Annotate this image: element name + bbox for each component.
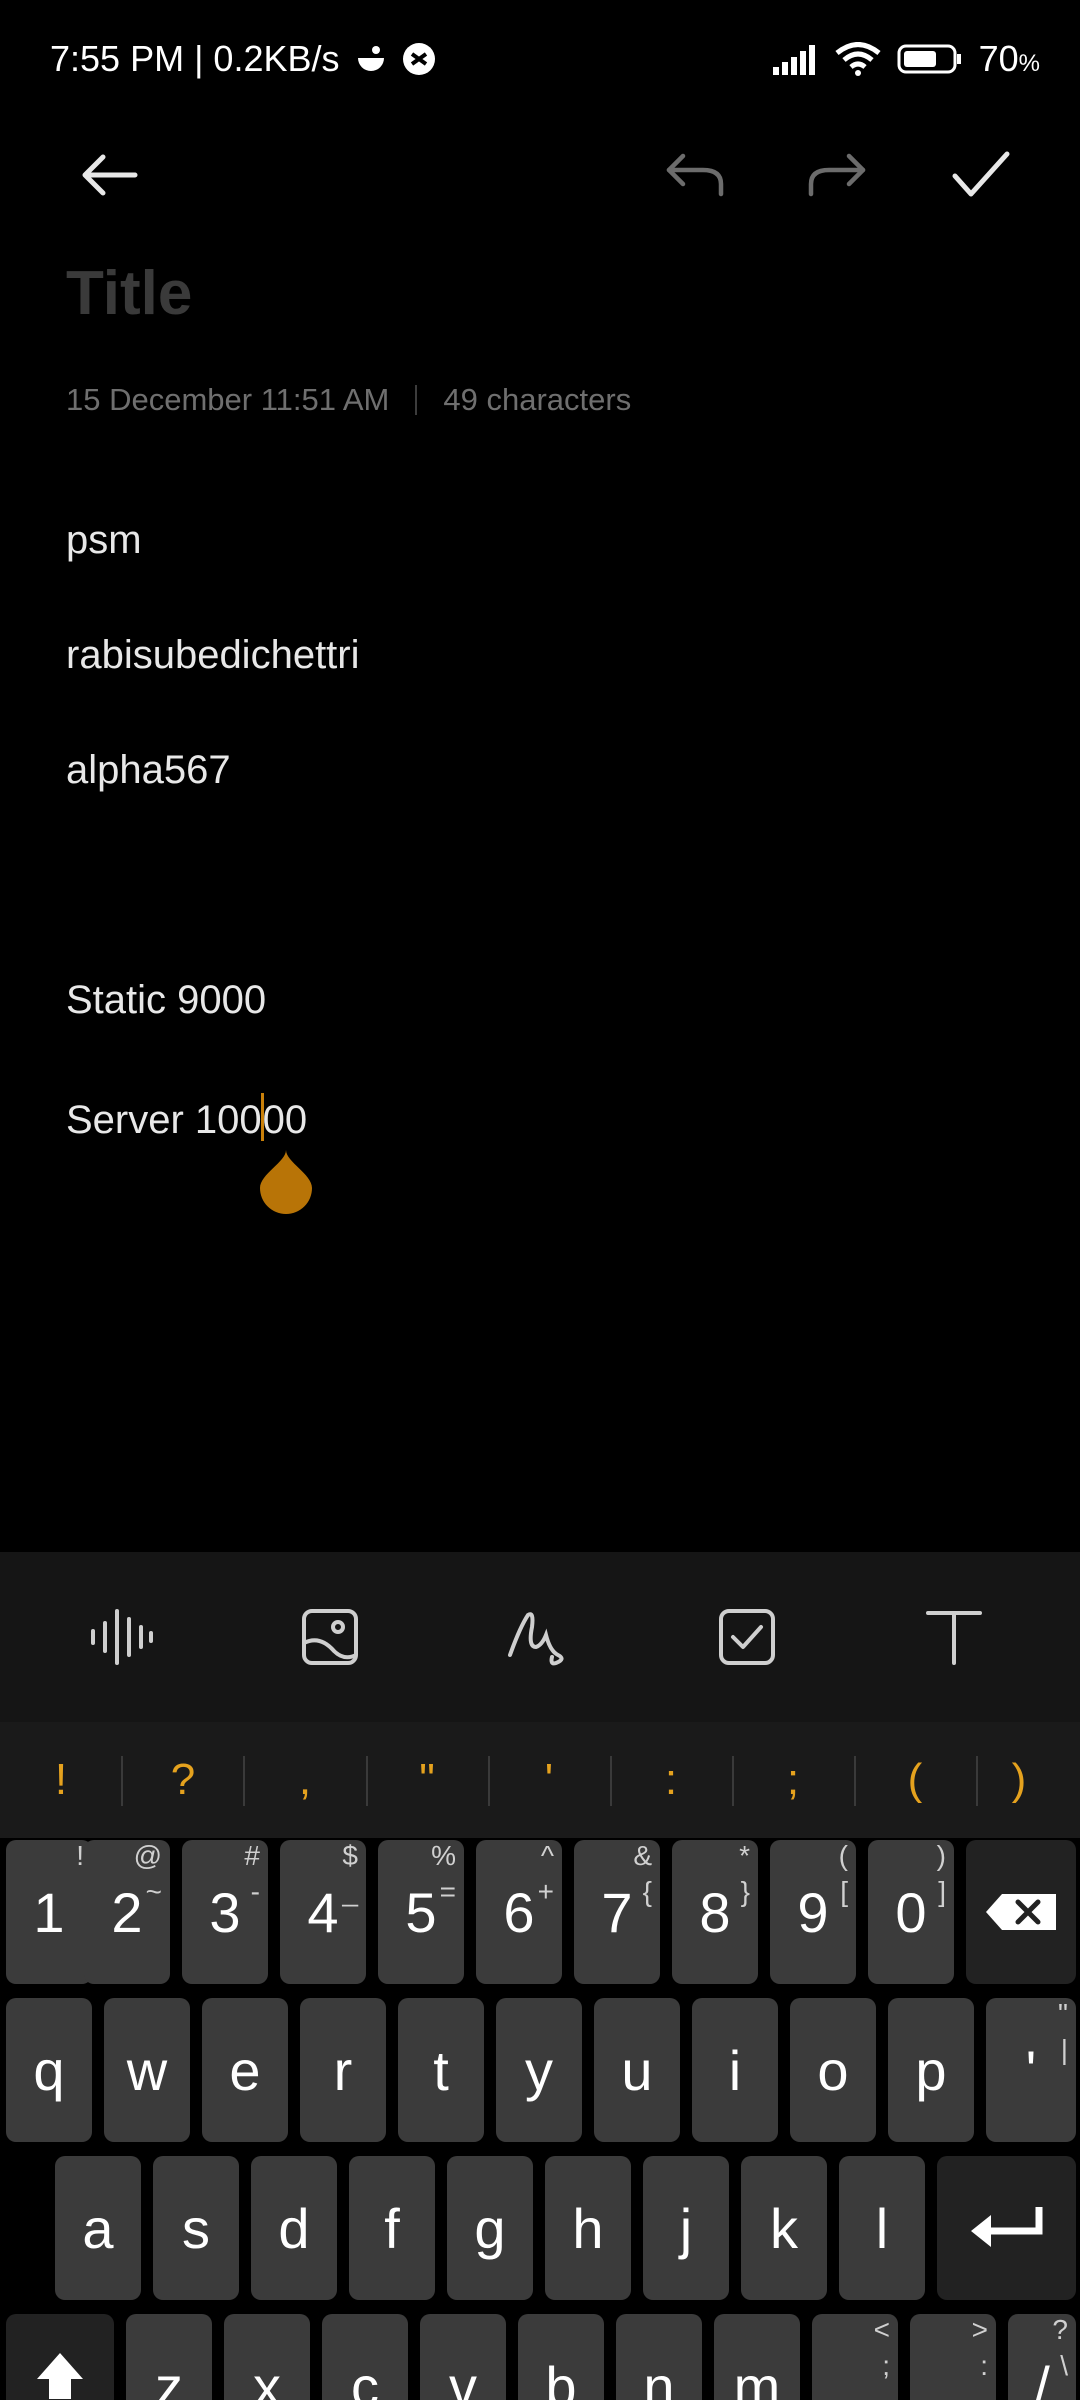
format-toolbar <box>0 1552 1080 1722</box>
back-button[interactable] <box>64 130 154 220</box>
key-c[interactable]: c <box>322 2314 408 2400</box>
checklist-button[interactable] <box>707 1597 787 1677</box>
image-icon <box>302 1609 358 1665</box>
symbol-key[interactable]: : <box>610 1722 732 1838</box>
key-slash[interactable]: /? \ <box>1008 2314 1076 2400</box>
backspace-key[interactable] <box>966 1840 1076 1984</box>
enter-icon <box>970 2207 1042 2247</box>
key-6[interactable]: 6 ^ + <box>476 1840 562 1984</box>
audio-wave-icon <box>91 1609 153 1665</box>
key-w[interactable]: w <box>104 1998 190 2142</box>
checkbox-icon <box>719 1609 775 1665</box>
notification-bowl-icon <box>357 46 384 71</box>
title-input[interactable]: Title <box>66 258 192 329</box>
note-line: Static 9000 <box>66 978 267 1022</box>
key-2[interactable]: 2 @ ~ <box>84 1840 170 1984</box>
key-9[interactable]: 9([ <box>770 1840 856 1984</box>
note-line: rabisubedichettri <box>66 633 360 677</box>
notification-app-icon <box>402 43 435 75</box>
status-time-speed: 7:55 PM | 0.2KB/s <box>50 38 340 79</box>
handwriting-button[interactable] <box>498 1597 578 1677</box>
symbol-key[interactable]: ) <box>958 1722 1080 1838</box>
key-a[interactable]: a <box>55 2156 141 2300</box>
undo-icon <box>666 153 724 197</box>
keyboard: ! ? , " ' : ; ( ) 1! 2 @ ~ 3 # - 4 $ _ 5% = 6 ^ +… <box>0 1722 1080 2400</box>
key-4[interactable]: 4 $ _ <box>280 1840 366 1984</box>
key-comma[interactable]: <; <box>812 2314 898 2400</box>
key-b[interactable]: b <box>518 2314 604 2400</box>
key-l[interactable]: l <box>839 2156 925 2300</box>
key-d[interactable]: d <box>251 2156 337 2300</box>
status-left: 7:55 PM | 0.2KB/s <box>50 38 436 80</box>
note-meta: 15 December 11:51 AM 49 characters <box>66 382 631 418</box>
key-m[interactable]: m <box>714 2314 800 2400</box>
text-format-icon <box>926 1611 982 1665</box>
key-x[interactable]: x <box>224 2314 310 2400</box>
key-5[interactable]: 5% = <box>378 1840 464 1984</box>
wifi-icon <box>835 42 881 76</box>
shift-key[interactable] <box>6 2314 114 2400</box>
key-r[interactable]: r <box>300 1998 386 2142</box>
key-t[interactable]: t <box>398 1998 484 2142</box>
note-char-count: 49 characters <box>443 382 632 417</box>
note-toolbar <box>0 120 1080 220</box>
audio-button[interactable] <box>81 1597 161 1677</box>
key-i[interactable]: i <box>692 1998 778 2142</box>
battery-icon <box>897 44 961 74</box>
key-apostrophe[interactable]: ' " | <box>986 1998 1076 2142</box>
note-line: alpha567 <box>66 748 231 792</box>
note-date: 15 December 11:51 AM <box>66 382 390 417</box>
backspace-icon <box>986 1894 1056 1930</box>
note-line-active: Server 10000 <box>66 1093 307 1143</box>
key-3[interactable]: 3 # - <box>182 1840 268 1984</box>
text-format-button[interactable] <box>914 1597 994 1677</box>
battery-level: 70% <box>978 38 1040 79</box>
key-o[interactable]: o <box>790 1998 876 2142</box>
checkmark-icon <box>952 151 1010 197</box>
meta-divider <box>415 385 418 415</box>
key-7[interactable]: 7 &{ <box>574 1840 660 1984</box>
key-g[interactable]: g <box>447 2156 533 2300</box>
key-f[interactable]: f <box>349 2156 435 2300</box>
redo-button[interactable] <box>792 130 882 220</box>
key-period[interactable]: >: <box>910 2314 996 2400</box>
key-j[interactable]: j <box>643 2156 729 2300</box>
symbol-key[interactable]: ' <box>488 1722 610 1838</box>
symbol-key[interactable]: " <box>366 1722 488 1838</box>
save-button[interactable] <box>936 130 1026 220</box>
symbol-key[interactable]: ? <box>122 1722 244 1838</box>
key-p[interactable]: p <box>888 1998 974 2142</box>
key-v[interactable]: v <box>420 2314 506 2400</box>
key-z[interactable]: z <box>126 2314 212 2400</box>
symbol-suggestion-row: ! ? , " ' : ; ( ) <box>0 1722 1080 1838</box>
signal-icon <box>772 45 815 75</box>
enter-key[interactable] <box>937 2156 1076 2300</box>
image-button[interactable] <box>290 1597 370 1677</box>
shift-icon <box>37 2353 83 2399</box>
key-k[interactable]: k <box>741 2156 827 2300</box>
key-e[interactable]: e <box>202 1998 288 2142</box>
key-8[interactable]: 8 *} <box>672 1840 758 1984</box>
redo-icon <box>808 153 866 197</box>
key-s[interactable]: s <box>153 2156 239 2300</box>
key-u[interactable]: u <box>594 1998 680 2142</box>
symbol-key[interactable]: , <box>244 1722 366 1838</box>
note-line: psm <box>66 518 142 562</box>
arrow-left-icon <box>82 154 138 196</box>
key-y[interactable]: y <box>496 1998 582 2142</box>
key-h[interactable]: h <box>545 2156 631 2300</box>
cursor-handle[interactable] <box>258 1148 314 1214</box>
status-right: 70% <box>772 38 1040 80</box>
symbol-key[interactable]: ; <box>732 1722 854 1838</box>
symbol-key[interactable]: ! <box>0 1722 122 1838</box>
key-1[interactable]: 1! <box>6 1840 92 1984</box>
key-n[interactable]: n <box>616 2314 702 2400</box>
key-q[interactable]: q <box>6 1998 92 2142</box>
undo-button[interactable] <box>650 130 740 220</box>
handwriting-icon <box>508 1612 564 1666</box>
key-0[interactable]: 0)] <box>868 1840 954 1984</box>
status-bar: 7:55 PM | 0.2KB/s 70% <box>0 0 1080 120</box>
